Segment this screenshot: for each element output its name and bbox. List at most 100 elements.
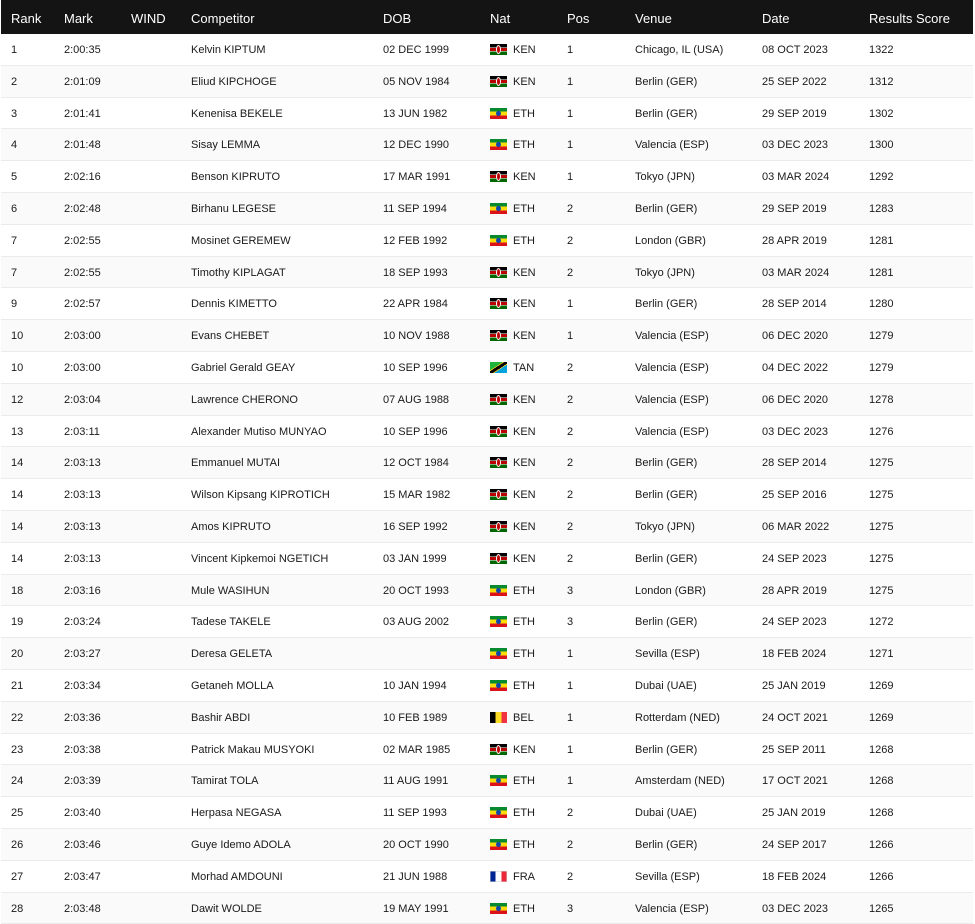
cell-nat: BEL (513, 711, 534, 724)
flag-icon-ken (490, 266, 507, 278)
flag-icon-fra (490, 870, 507, 882)
cell-venue: Berlin (GER) (635, 743, 698, 756)
cell-competitor[interactable]: Amos KIPRUTO (191, 521, 271, 533)
column-header-venue[interactable]: Venue (635, 11, 672, 26)
cell-competitor[interactable]: Vincent Kipkemoi NGETICH (191, 553, 328, 565)
cell-competitor[interactable]: Getaneh MOLLA (191, 680, 274, 692)
cell-competitor[interactable]: Benson KIPRUTO (191, 171, 280, 183)
cell-rank: 7 (11, 234, 18, 247)
cell-mark: 2:01:41 (64, 107, 101, 120)
column-header-results-score[interactable]: Results Score (869, 11, 950, 26)
flag-icon-ken (490, 743, 507, 755)
cell-venue: Valencia (ESP) (635, 425, 709, 438)
cell-dob: 10 JAN 1994 (383, 679, 447, 692)
column-header-pos[interactable]: Pos (567, 11, 589, 26)
cell-results-score: 1292 (869, 171, 894, 184)
cell-competitor[interactable]: Mule WASIHUN (191, 585, 269, 597)
results-table: Rank Mark WIND Competitor DOB Nat Pos Ve… (1, 0, 973, 924)
cell-dob: 10 SEP 1996 (383, 425, 448, 438)
cell-competitor[interactable]: Lawrence CHERONO (191, 394, 298, 406)
cell-mark: 2:03:04 (64, 393, 101, 406)
flag-icon-eth (490, 775, 507, 787)
cell-venue: Berlin (GER) (635, 107, 698, 120)
cell-competitor[interactable]: Tamirat TOLA (191, 775, 258, 787)
table-row: 14 2:03:13 Emmanuel MUTAI 12 OCT 1984 KEN 2 Be… (1, 447, 973, 480)
flag-icon (490, 489, 507, 501)
cell-competitor[interactable]: Alexander Mutiso MUNYAO (191, 426, 327, 438)
cell-date: 08 OCT 2023 (762, 44, 828, 56)
cell-venue: Tokyo (JPN) (635, 266, 695, 279)
cell-competitor[interactable]: Emmanuel MUTAI (191, 457, 280, 469)
flag-icon (490, 616, 507, 628)
column-header-nat[interactable]: Nat (490, 11, 510, 26)
cell-rank: 5 (11, 171, 18, 184)
cell-mark: 2:03:36 (64, 711, 101, 724)
cell-competitor[interactable]: Guye Idemo ADOLA (191, 839, 291, 851)
cell-competitor[interactable]: Morhad AMDOUNI (191, 871, 283, 883)
cell-competitor[interactable]: Deresa GELETA (191, 648, 272, 660)
cell-competitor[interactable]: Evans CHEBET (191, 330, 269, 342)
cell-nat: ETH (513, 648, 535, 661)
column-header-competitor[interactable]: Competitor (191, 11, 255, 26)
cell-results-score: 1272 (869, 616, 894, 629)
cell-competitor[interactable]: Mosinet GEREMEW (191, 235, 291, 247)
cell-results-score: 1275 (869, 489, 894, 502)
cell-competitor[interactable]: Sisay LEMMA (191, 139, 260, 151)
cell-competitor[interactable]: Gabriel Gerald GEAY (191, 362, 295, 374)
cell-dob: 19 MAY 1991 (383, 902, 449, 915)
cell-nat: ETH (513, 139, 535, 152)
table-row: 14 2:03:13 Amos KIPRUTO 16 SEP 1992 KEN 2 Toky… (1, 510, 973, 543)
cell-results-score: 1278 (869, 393, 894, 406)
cell-results-score: 1279 (869, 330, 894, 343)
table-row: 7 2:02:55 Mosinet GEREMEW 12 FEB 1992 ETH 2 Lo… (1, 225, 973, 257)
table-row: 23 2:03:38 Patrick Makau MUSYOKI 02 MAR 198… (1, 734, 973, 766)
cell-nat: KEN (513, 75, 536, 88)
cell-rank: 20 (11, 648, 24, 661)
column-header-date[interactable]: Date (762, 11, 789, 26)
flag-icon (490, 711, 507, 723)
cell-pos: 2 (567, 838, 574, 851)
cell-dob: 02 DEC 1999 (383, 44, 450, 56)
table-row: 26 2:03:46 Guye Idemo ADOLA 20 OCT 1990 ETH 2… (1, 828, 973, 861)
cell-competitor[interactable]: Herpasa NEGASA (191, 807, 281, 819)
cell-competitor[interactable]: Wilson Kipsang KIPROTICH (191, 489, 330, 501)
cell-date: 29 SEP 2019 (762, 107, 827, 120)
cell-competitor[interactable]: Kenenisa BEKELE (191, 108, 283, 120)
cell-rank: 10 (11, 361, 24, 374)
cell-competitor[interactable]: Dawit WOLDE (191, 903, 262, 915)
cell-competitor[interactable]: Tadese TAKELE (191, 616, 271, 628)
cell-mark: 2:02:55 (64, 234, 101, 247)
cell-competitor[interactable]: Bashir ABDI (191, 712, 250, 724)
cell-results-score: 1265 (869, 902, 894, 915)
cell-competitor[interactable]: Kelvin KIPTUM (191, 44, 266, 56)
cell-dob: 10 FEB 1989 (383, 711, 448, 724)
cell-pos: 2 (567, 489, 574, 502)
flag-icon (490, 457, 507, 469)
cell-rank: 6 (11, 202, 18, 215)
column-header-wind[interactable]: WIND (131, 11, 166, 26)
cell-rank: 25 (11, 807, 24, 820)
column-header-mark[interactable]: Mark (64, 11, 93, 26)
column-header-rank[interactable]: Rank (11, 11, 41, 26)
cell-rank: 27 (11, 870, 24, 883)
cell-venue: Valencia (ESP) (635, 361, 709, 374)
flag-icon (490, 139, 507, 151)
cell-nat: ETH (513, 807, 535, 820)
cell-competitor[interactable]: Birhanu LEGESE (191, 203, 276, 215)
table-row: 1 2:00:35 Kelvin KIPTUM 02 DEC 1999 KEN 1 Chic… (1, 34, 973, 66)
cell-dob: 12 DEC 1990 (383, 139, 450, 152)
cell-rank: 24 (11, 775, 24, 788)
cell-competitor[interactable]: Dennis KIMETTO (191, 298, 277, 310)
flag-icon-ken (490, 425, 507, 437)
cell-competitor[interactable]: Timothy KIPLAGAT (191, 267, 286, 279)
table-row: 19 2:03:24 Tadese TAKELE 03 AUG 2002 ETH 3 Ber… (1, 606, 973, 639)
cell-results-score: 1281 (869, 266, 894, 279)
cell-nat: KEN (513, 425, 536, 438)
cell-rank: 9 (11, 298, 18, 311)
cell-competitor[interactable]: Eliud KIPCHOGE (191, 76, 277, 88)
cell-date: 03 DEC 2023 (762, 425, 829, 438)
cell-results-score: 1275 (869, 520, 894, 533)
cell-competitor[interactable]: Patrick Makau MUSYOKI (191, 744, 314, 756)
cell-venue: Berlin (GER) (635, 552, 698, 565)
column-header-dob[interactable]: DOB (383, 11, 411, 26)
